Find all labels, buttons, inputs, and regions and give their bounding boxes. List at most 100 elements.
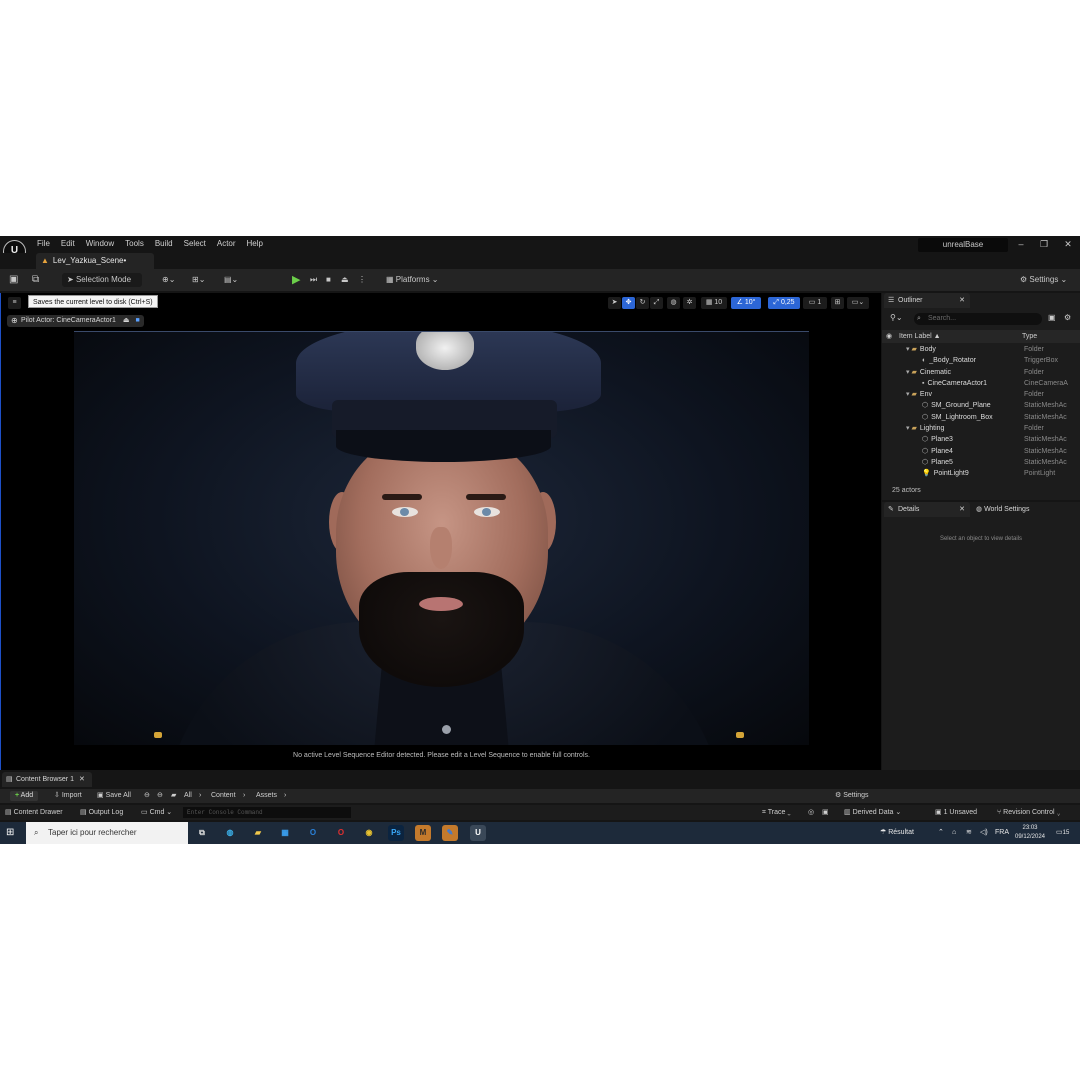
breadcrumb-all[interactable]: All <box>184 789 192 803</box>
close-tab-icon[interactable]: ✕ <box>79 776 85 783</box>
menu-build[interactable]: Build <box>155 238 173 250</box>
task-view-icon[interactable]: ⧉ <box>194 825 210 841</box>
layout-icon[interactable]: ⊞ <box>831 297 844 309</box>
expand-icon[interactable]: ▾ <box>906 369 910 376</box>
unsaved-button[interactable]: ▣ 1 Unsaved <box>935 805 977 820</box>
column-type[interactable]: Type <box>1022 330 1037 343</box>
output-log-button[interactable]: ▤ Output Log <box>80 805 123 820</box>
tree-row[interactable]: ⬡ Plane5 StaticMeshAc <box>882 457 1080 468</box>
volume-icon[interactable]: ◁) <box>980 822 988 844</box>
translate-tool-icon[interactable]: ✥ <box>622 297 635 309</box>
unreal-engine-taskbar-icon[interactable]: U <box>470 825 486 841</box>
grid-snap-toggle[interactable]: ▦ 10 <box>701 297 727 309</box>
record-icon[interactable]: ◎ <box>808 805 814 820</box>
tree-row[interactable]: ⬡ SM_Ground_Plane StaticMeshAc <box>882 400 1080 411</box>
column-item-label[interactable]: Item Label ▲ <box>899 330 941 343</box>
camera-icon[interactable]: ■ <box>135 317 139 324</box>
expand-icon[interactable]: ▾ <box>906 391 910 398</box>
menu-file[interactable]: File <box>37 238 50 250</box>
revision-control-dropdown[interactable]: ⑂ Revision Control ⌄ <box>997 805 1061 820</box>
platforms-dropdown[interactable]: ▦ Platforms ⌄ <box>386 273 439 287</box>
cmd-dropdown[interactable]: ▭ Cmd ⌄ <box>141 805 172 820</box>
blueprint-icon[interactable]: ⊞⌄ <box>192 273 205 287</box>
add-folder-icon[interactable]: ▣ <box>1048 313 1056 322</box>
microsoft-store-icon[interactable]: ▦ <box>277 825 293 841</box>
content-browser-tab[interactable]: ▤ Content Browser 1 ✕ <box>2 772 92 787</box>
network-icon[interactable]: ⌂ <box>952 822 956 844</box>
cinematics-icon[interactable]: ▤⌄ <box>224 273 238 287</box>
wifi-icon[interactable]: ≋ <box>966 822 972 844</box>
close-window-button[interactable]: ✕ <box>1062 239 1074 250</box>
content-drawer-button[interactable]: ▤ Content Drawer <box>5 805 63 820</box>
history-back-icon[interactable]: ⊖ <box>144 789 150 803</box>
tree-row[interactable]: ▪ CineCameraActor1 CineCameraA <box>882 378 1080 389</box>
menu-window[interactable]: Window <box>86 238 114 250</box>
menu-select[interactable]: Select <box>184 238 206 250</box>
photoshop-icon[interactable]: Ps <box>388 825 404 841</box>
menu-tools[interactable]: Tools <box>125 238 144 250</box>
close-tab-icon[interactable]: ✕ <box>959 502 965 517</box>
close-tab-icon[interactable]: ✕ <box>959 293 965 308</box>
breadcrumb-content[interactable]: Content <box>211 789 236 803</box>
restore-button[interactable]: ❐ <box>1038 239 1050 250</box>
taskbar-clock[interactable]: 23:03 09/12/2024 <box>1012 824 1048 842</box>
derived-data-dropdown[interactable]: ▥ Derived Data ⌄ <box>844 805 901 820</box>
folder-icon[interactable]: ▰ <box>171 789 176 803</box>
outliner-search-input[interactable]: ⌕ Search... <box>914 313 1042 325</box>
scale-tool-icon[interactable]: ⤢ <box>650 297 663 309</box>
eject-icon[interactable]: ⏏ <box>341 273 349 287</box>
tree-row[interactable]: 💡 PointLight9 PointLight <box>882 468 1080 479</box>
taskbar-search-input[interactable]: ⌕ Taper ici pour rechercher <box>26 822 188 844</box>
chrome-icon[interactable]: ◉ <box>361 825 377 841</box>
scale-snap-toggle[interactable]: ⤢ 0,25 <box>768 297 800 309</box>
breadcrumb-assets[interactable]: Assets <box>256 789 277 803</box>
tray-expand-icon[interactable]: ⌃ <box>938 822 944 844</box>
screenshot-icon[interactable]: ▣ <box>822 805 829 820</box>
world-settings-tab[interactable]: ◍ World Settings <box>976 502 1029 517</box>
notification-icon[interactable]: ▭15 <box>1056 822 1069 844</box>
language-indicator[interactable]: FRA <box>995 822 1009 844</box>
tree-row[interactable]: ▾ ▰ Lighting Folder <box>882 423 1080 434</box>
file-explorer-icon[interactable]: ▰ <box>250 825 266 841</box>
outlook-icon[interactable]: O <box>305 825 321 841</box>
tree-row[interactable]: ▾ ▰ Body Folder <box>882 344 1080 355</box>
expand-icon[interactable]: ▾ <box>906 425 910 432</box>
save-all-button[interactable]: ▣ Save All <box>97 789 131 803</box>
weather-widget[interactable]: ☂ Résultat <box>880 822 914 844</box>
save-icon[interactable]: ▣ <box>9 273 18 287</box>
tree-row[interactable]: ⬡ Plane3 StaticMeshAc <box>882 434 1080 445</box>
content-settings-button[interactable]: ⚙ Settings <box>835 789 869 803</box>
opera-icon[interactable]: O <box>333 825 349 841</box>
pen-app-icon[interactable]: ✎ <box>442 825 458 841</box>
select-tool-icon[interactable]: ➤ <box>608 297 621 309</box>
outliner-tab[interactable]: ☰ Outliner ✕ <box>884 293 970 308</box>
filter-icon[interactable]: ⚲⌄ <box>890 313 903 322</box>
metahuman-icon[interactable]: M <box>415 825 431 841</box>
history-forward-icon[interactable]: ⊖ <box>157 789 163 803</box>
add-actor-icon[interactable]: ⊕⌄ <box>162 273 175 287</box>
details-tab[interactable]: ✎ Details ✕ <box>884 502 970 517</box>
menu-actor[interactable]: Actor <box>217 238 236 250</box>
eject-pilot-icon[interactable]: ⏏ <box>123 317 130 324</box>
tree-row[interactable]: ⬡ Plane4 StaticMeshAc <box>882 446 1080 457</box>
import-button[interactable]: ⇩ Import <box>54 789 82 803</box>
rotation-snap-toggle[interactable]: ∠ 10° <box>731 297 761 309</box>
selection-mode-dropdown[interactable]: ➤ Selection Mode ⌄ <box>62 273 142 298</box>
settings-dropdown[interactable]: ⚙ Settings ⌄ <box>1020 273 1067 287</box>
camera-speed-button[interactable]: ▭ 1 <box>803 297 827 309</box>
edge-browser-icon[interactable]: ◍ <box>222 825 238 841</box>
level-viewport[interactable]: ≡ ➤ ✥ ↻ ⤢ ◍ ✲ ▦ 10 ∠ 10° ⤢ 0,25 ▭ 1 ⊞ ▭⌄… <box>0 293 881 770</box>
tree-row[interactable]: ◐ _Body_Rotator TriggerBox <box>882 355 1080 366</box>
trace-dropdown[interactable]: ⌗ Trace ⌄ <box>762 805 791 820</box>
windows-start-icon[interactable]: ⊞ <box>6 827 18 839</box>
tree-row[interactable]: ▾ ▰ Env Folder <box>882 389 1080 400</box>
play-icon[interactable]: ▶ <box>292 273 300 287</box>
visibility-icon[interactable]: ◉ <box>886 330 892 343</box>
advance-frame-icon[interactable]: ⏭ <box>310 273 317 287</box>
level-tab[interactable]: ▲ Lev_Yazkua_Scene• <box>36 253 154 269</box>
more-options-icon[interactable]: ⋮ <box>358 273 366 287</box>
tree-row[interactable]: ▾ ▰ Cinematic Folder <box>882 367 1080 378</box>
menu-help[interactable]: Help <box>247 238 263 250</box>
minimize-button[interactable]: – <box>1015 239 1027 249</box>
hamburger-menu-icon[interactable]: ≡ <box>8 297 21 309</box>
